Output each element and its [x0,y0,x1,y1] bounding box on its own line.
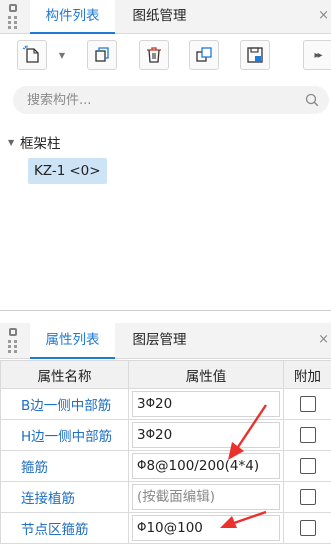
panel-pin-icon[interactable] [6,4,20,30]
value-prefix: 3 [137,396,146,412]
header-extra: 附加 [283,360,331,389]
delete-icon [147,47,161,63]
rebar-grade-icon: Φ [145,396,156,410]
property-value-field[interactable]: Φ10@100 [132,515,280,541]
property-list-tabbar: 属性列表 图层管理 × [0,323,331,359]
copy-button[interactable] [87,40,117,70]
tree-node-frame-column[interactable]: ▼ 框架柱 [8,132,61,152]
extra-checkbox[interactable] [299,396,316,412]
copy-icon [95,47,109,62]
component-list-tabbar: 构件列表 图纸管理 × [0,0,331,34]
search-input[interactable] [27,90,287,110]
collapse-caret-icon[interactable]: ▼ [8,138,20,147]
toolbar-more-button[interactable]: ▸▸ [303,40,331,70]
new-component-icon [22,45,39,63]
save-template-icon [247,47,263,63]
rebar-grade-icon: Φ [137,458,147,472]
property-name[interactable]: 箍筋 [0,450,129,482]
panel-divider[interactable] [0,310,331,311]
extra-checkbox[interactable] [299,458,316,474]
panel-pin-icon[interactable] [6,328,20,354]
property-name[interactable]: H边一侧中部筋 [0,419,129,451]
table-row: B边一侧中部筋 3Φ20 [0,388,331,420]
value-suffix: 10@100 [146,520,203,536]
tab-component-list[interactable]: 构件列表 [30,0,115,34]
rebar-grade-icon: Φ [137,520,147,534]
tree-item-count: <0> [69,163,101,179]
value-suffix: 20 [155,396,173,412]
value-suffix: 8@100/200(4*4) [146,458,260,474]
delete-button[interactable] [139,40,169,70]
property-name[interactable]: B边一侧中部筋 [0,388,129,420]
property-name[interactable]: 节点区箍筋 [0,512,129,544]
component-toolbar: ▼ ▸▸ [0,34,331,76]
tab-layer-management[interactable]: 图层管理 [117,323,202,359]
table-row: 箍筋 Φ8@100/200(4*4) [0,450,331,482]
property-value-field[interactable]: (按截面编辑) [132,484,280,510]
value-placeholder: (按截面编辑) [137,489,216,505]
search-box [13,86,329,114]
extra-checkbox[interactable] [299,489,316,505]
save-template-button[interactable] [240,40,270,70]
property-name[interactable]: 连接植筋 [0,481,129,513]
header-property-value: 属性值 [128,360,284,389]
tree-node-label: 框架柱 [20,136,61,152]
table-row: H边一侧中部筋 3Φ20 [0,419,331,451]
search-icon[interactable] [304,92,320,108]
tree-item-name: KZ-1 [34,163,66,179]
table-header-row: 属性名称 属性值 附加 [0,360,331,389]
value-prefix: 3 [137,427,146,443]
tab-property-list[interactable]: 属性列表 [30,323,115,359]
property-value-field[interactable]: 3Φ20 [132,422,280,448]
layer-copy-button[interactable] [189,40,219,70]
close-icon[interactable]: × [318,8,329,23]
table-row: 节点区箍筋 Φ10@100 [0,512,331,544]
new-component-button[interactable] [17,40,47,70]
rebar-grade-icon: Φ [145,427,156,441]
tree-item-kz-1[interactable]: KZ-1 <0> [28,158,107,184]
tab-drawing-management[interactable]: 图纸管理 [117,0,202,34]
extra-checkbox[interactable] [299,520,316,536]
layer-copy-icon [196,47,212,62]
new-component-dropdown[interactable]: ▼ [54,40,70,70]
table-row: 连接植筋 (按截面编辑) [0,481,331,513]
close-icon[interactable]: × [318,332,329,347]
property-table: 属性名称 属性值 附加 B边一侧中部筋 3Φ20 H边一侧中部筋 3Φ20 箍筋… [0,360,331,544]
property-value-field[interactable]: 3Φ20 [132,391,280,417]
header-property-name: 属性名称 [0,360,129,389]
extra-checkbox[interactable] [299,427,316,443]
property-value-field[interactable]: Φ8@100/200(4*4) [132,453,280,479]
value-suffix: 20 [155,427,173,443]
